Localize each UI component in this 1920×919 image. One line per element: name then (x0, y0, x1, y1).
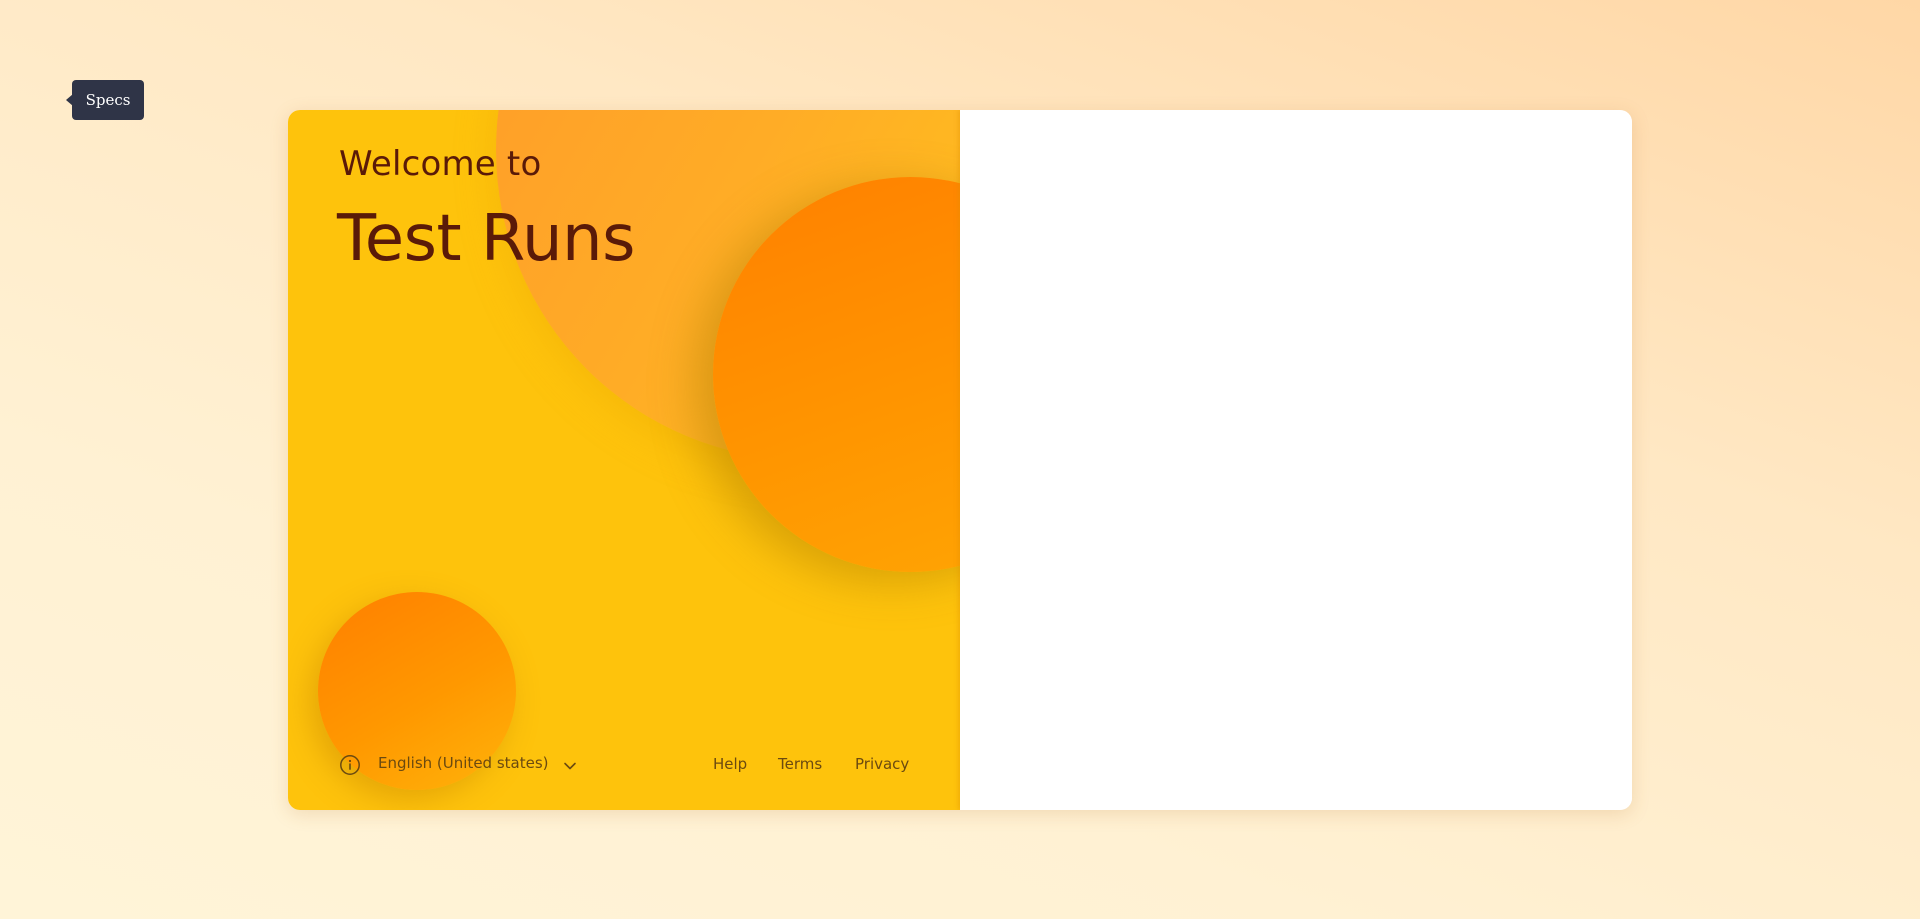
info-icon[interactable] (339, 754, 361, 776)
welcome-footer: English (United states) Help Terms Priva… (288, 750, 960, 780)
tooltip-arrow (66, 94, 73, 106)
tooltip-label: Specs (85, 91, 131, 109)
app-title: Test Runs (337, 202, 635, 276)
terms-link[interactable]: Terms (778, 755, 822, 773)
welcome-panel: Welcome to Test Runs English (United sta… (288, 110, 960, 810)
language-selector[interactable]: English (United states) (378, 754, 549, 772)
welcome-card: Welcome to Test Runs English (United sta… (288, 110, 1632, 810)
privacy-link[interactable]: Privacy (855, 755, 909, 773)
help-link[interactable]: Help (713, 755, 747, 773)
specs-tooltip: Specs (66, 80, 144, 120)
welcome-heading: Welcome to (339, 144, 542, 184)
chevron-down-icon[interactable] (562, 758, 578, 774)
content-panel (960, 110, 1632, 810)
